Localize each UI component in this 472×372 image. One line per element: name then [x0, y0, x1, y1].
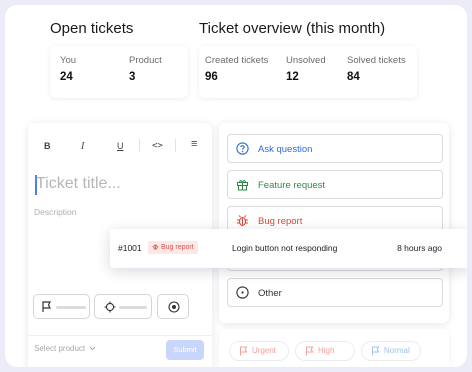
chevron-down-icon [90, 347, 96, 351]
toolbar-divider [139, 139, 140, 152]
stat-label: Solved tickets [347, 55, 406, 66]
category-label: Ask question [258, 144, 313, 155]
select-product-label: Select product [34, 344, 86, 353]
priority-label: Urgent [252, 346, 277, 355]
category-other[interactable]: Other [227, 278, 443, 307]
bug-icon [152, 244, 159, 250]
stat-unsolved: Unsolved 12 [286, 55, 326, 83]
stat-value: 84 [347, 71, 360, 83]
stat-value: 3 [129, 71, 136, 83]
category-label: Bug report [258, 216, 303, 227]
stat-solved: Solved tickets 84 [347, 55, 406, 83]
stat-value: 24 [60, 71, 73, 83]
priority-label: High [318, 346, 335, 355]
flag-icon [372, 346, 380, 356]
gift-icon [237, 180, 248, 191]
category-ask-question[interactable]: Ask question [227, 134, 443, 163]
picker-placeholder-bar [119, 306, 147, 309]
priority-picker[interactable] [33, 294, 90, 319]
priority-panel: Urgent High Normal [219, 329, 449, 367]
list-button[interactable]: ≡ [191, 138, 197, 150]
stat-created: Created tickets 96 [205, 55, 268, 83]
flag-icon [306, 346, 314, 356]
open-tickets-title: Open tickets [50, 20, 134, 37]
assignee-picker[interactable] [94, 294, 152, 319]
question-circle-icon [236, 142, 249, 155]
underline-button[interactable]: U [117, 141, 124, 151]
ticket-notification[interactable]: #1001 Bug report Login button not respon… [110, 229, 467, 268]
priority-urgent[interactable]: Urgent [229, 341, 289, 361]
ticket-message: Login button not responding [232, 243, 338, 253]
category-label: Feature request [258, 180, 326, 191]
category-feature-request[interactable]: Feature request [227, 170, 443, 199]
stat-you: You 24 [60, 55, 76, 83]
ticket-id: #1001 [118, 243, 142, 253]
category-panel: Ask question Feature request Bug report … [219, 123, 449, 323]
ticket-title-input[interactable]: Ticket title... [36, 175, 121, 193]
category-label: Other [258, 288, 282, 299]
bug-report-badge: Bug report [148, 241, 198, 254]
record-icon [168, 301, 180, 313]
flag-icon [42, 301, 51, 312]
open-tickets-card: You 24 Product 3 [50, 46, 188, 98]
priority-normal[interactable]: Normal [361, 341, 421, 361]
stat-label: Product [129, 55, 162, 66]
toolbar-divider [175, 139, 176, 152]
priority-label: Normal [384, 346, 410, 355]
form-footer-divider [28, 335, 212, 336]
app-frame: Open tickets You 24 Product 3 Ticket ove… [5, 5, 467, 367]
record-button[interactable] [157, 294, 189, 319]
stat-label: Unsolved [286, 55, 326, 66]
stat-value: 12 [286, 71, 299, 83]
submit-button[interactable]: Submit [166, 340, 204, 360]
badge-label: Bug report [160, 244, 194, 251]
select-product-dropdown[interactable]: Select product [34, 344, 96, 353]
bold-button[interactable]: B [44, 141, 51, 151]
description-input[interactable]: Description [34, 207, 77, 217]
overview-card: Created tickets 96 Unsolved 12 Solved ti… [199, 46, 417, 98]
ticket-time: 8 hours ago [397, 243, 442, 253]
stat-label: You [60, 55, 77, 66]
stat-value: 96 [205, 71, 218, 83]
stat-product: Product 3 [129, 55, 162, 83]
code-button[interactable]: <> [152, 141, 163, 151]
stat-label: Created tickets [205, 55, 269, 66]
circle-dot-icon [236, 286, 249, 299]
overview-title: Ticket overview (this month) [199, 20, 386, 37]
crosshair-icon [104, 301, 116, 313]
flag-icon [240, 346, 248, 356]
priority-high[interactable]: High [295, 341, 355, 361]
picker-placeholder-bar [56, 306, 86, 309]
italic-button[interactable]: I [81, 141, 84, 152]
bug-icon [237, 215, 248, 227]
